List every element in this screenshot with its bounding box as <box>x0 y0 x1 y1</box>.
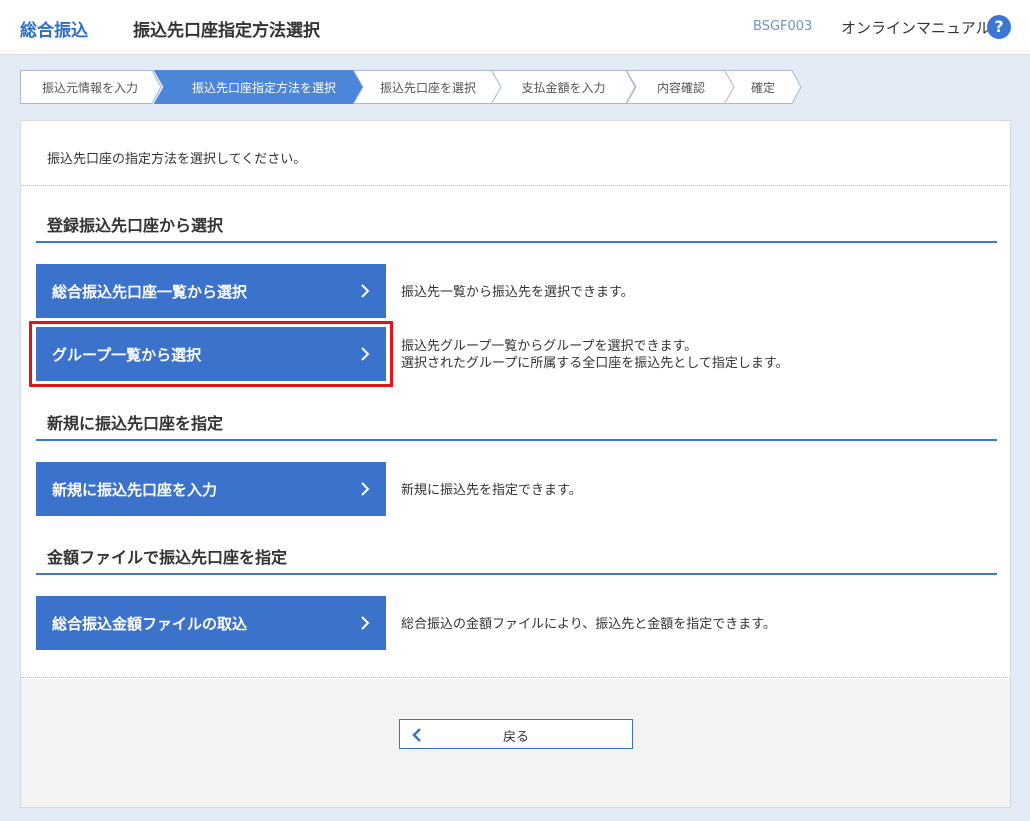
brand-title: 総合振込 <box>20 21 88 41</box>
online-manual-link[interactable]: オンラインマニュアル <box>841 17 991 38</box>
step-3: 振込先口座を選択 <box>353 70 503 104</box>
app-header: 総合振込 振込先口座指定方法選択 BSGF003 オンラインマニュアル ? <box>0 0 1030 55</box>
section-divider <box>36 439 997 441</box>
help-icon[interactable]: ? <box>987 15 1011 39</box>
step-4: 支払金額を入力 <box>491 70 636 104</box>
account-list-description: 振込先一覧から振込先を選択できます。 <box>401 285 634 300</box>
divider <box>21 677 1010 678</box>
back-button-label: 戻る <box>502 730 529 745</box>
page-title: 振込先口座指定方法選択 <box>133 21 320 41</box>
step-label: 振込先口座を選択 <box>379 80 476 95</box>
back-button[interactable]: 戻る <box>399 719 633 749</box>
button-label: グループ一覧から選択 <box>52 345 202 364</box>
step-label: 支払金額を入力 <box>521 80 606 95</box>
chevron-right-icon <box>361 284 370 298</box>
chevron-right-icon <box>361 482 370 496</box>
step-1: 振込元情報を入力 <box>20 70 162 104</box>
step-6: 確定 <box>724 70 802 104</box>
amount-file-description: 総合振込の金額ファイルにより、振込先と金額を指定できます。 <box>401 617 776 632</box>
chevron-right-icon <box>361 347 370 361</box>
enter-new-account-button[interactable]: 新規に振込先口座を入力 <box>36 462 386 516</box>
new-account-description: 新規に振込先を指定できます。 <box>401 483 582 498</box>
description-line: 選択されたグループに所属する全口座を振込先として指定します。 <box>401 356 789 371</box>
screen-id: BSGF003 <box>753 19 813 34</box>
section-title-new: 新規に振込先口座を指定 <box>47 414 224 433</box>
instruction-text: 振込先口座の指定方法を選択してください。 <box>47 152 307 167</box>
button-label: 総合振込先口座一覧から選択 <box>52 282 248 301</box>
divider <box>21 185 1010 186</box>
select-from-account-list-button[interactable]: 総合振込先口座一覧から選択 <box>36 264 386 318</box>
button-label: 新規に振込先口座を入力 <box>52 480 218 499</box>
select-from-group-list-button[interactable]: グループ一覧から選択 <box>36 327 386 381</box>
step-label: 振込元情報を入力 <box>41 80 138 95</box>
group-list-description: 振込先グループ一覧からグループを選択できます。 選択されたグループに所属する全口… <box>401 338 789 372</box>
step-label: 振込先口座指定方法を選択 <box>191 80 336 95</box>
progress-steps: 振込元情報を入力 振込先口座指定方法を選択 振込先口座を選択 支払金額を入力 内… <box>20 70 820 104</box>
section-title-file: 金額ファイルで振込先口座を指定 <box>47 548 288 567</box>
step-label: 確定 <box>750 80 775 95</box>
step-2: 振込先口座指定方法を選択 <box>154 70 374 104</box>
section-divider <box>36 573 997 575</box>
section-divider <box>36 241 997 243</box>
step-label: 内容確認 <box>656 80 705 95</box>
main-panel: 振込先口座の指定方法を選択してください。 登録振込先口座から選択 総合振込先口座… <box>20 120 1011 808</box>
import-amount-file-button[interactable]: 総合振込金額ファイルの取込 <box>36 596 386 650</box>
step-5: 内容確認 <box>626 70 736 104</box>
chevron-right-icon <box>361 616 370 630</box>
section-title-registered: 登録振込先口座から選択 <box>47 216 224 235</box>
description-line: 振込先グループ一覧からグループを選択できます。 <box>401 339 698 354</box>
button-label: 総合振込金額ファイルの取込 <box>52 614 248 633</box>
